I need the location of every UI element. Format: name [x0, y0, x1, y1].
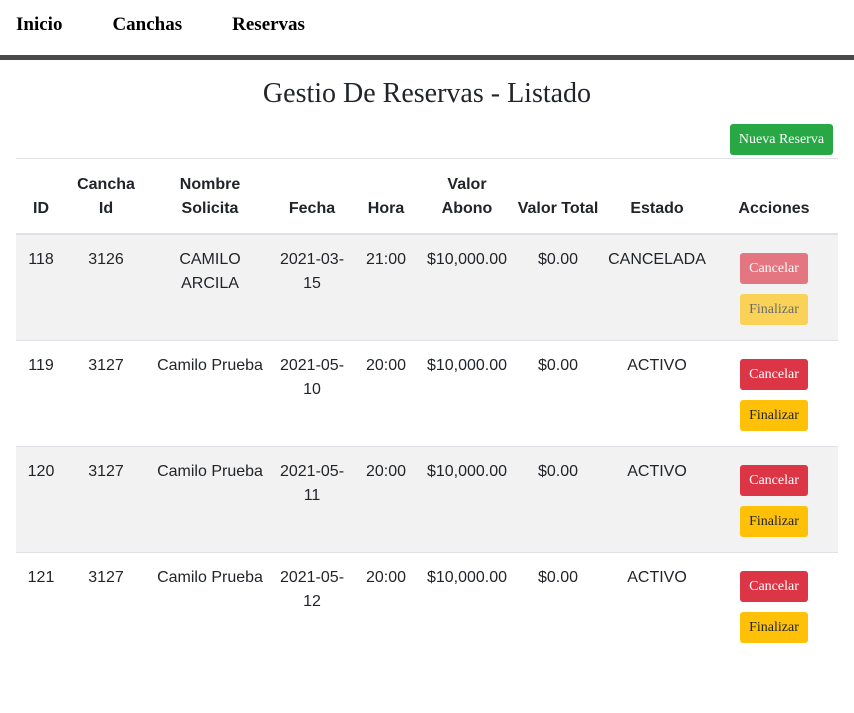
- finish-button[interactable]: Finalizar: [740, 294, 808, 325]
- header-nombre-solicita: Nombre Solicita: [146, 158, 274, 235]
- table-header-row: ID Cancha Id Nombre Solicita Fecha Hora …: [16, 158, 838, 235]
- cell-valor-total: $0.00: [512, 446, 604, 553]
- nav-link-inicio[interactable]: Inicio: [16, 14, 62, 36]
- cell-cancha-id: 3127: [66, 446, 146, 553]
- cancel-button[interactable]: Cancelar: [740, 253, 808, 284]
- cell-hora: 21:00: [350, 233, 422, 341]
- cell-hora: 20:00: [350, 340, 422, 447]
- cell-valor-abono: $10,000.00: [422, 446, 512, 553]
- header-hora: Hora: [350, 158, 422, 235]
- cell-id: 121: [16, 552, 66, 658]
- cell-hora: 20:00: [350, 446, 422, 553]
- top-nav: Inicio Canchas Reservas: [0, 0, 854, 60]
- table-row: 120 3127 Camilo Prueba 2021-05-11 20:00 …: [16, 446, 838, 553]
- cell-hora: 20:00: [350, 552, 422, 658]
- cell-cancha-id: 3127: [66, 340, 146, 447]
- cell-id: 118: [16, 233, 66, 341]
- cell-valor-abono: $10,000.00: [422, 552, 512, 658]
- cell-valor-total: $0.00: [512, 340, 604, 447]
- header-valor-abono: Valor Abono: [422, 158, 512, 235]
- cell-fecha: 2021-05-12: [274, 552, 350, 658]
- cell-nombre: Camilo Prueba: [146, 552, 274, 658]
- cell-acciones: Cancelar Finalizar: [710, 233, 838, 341]
- cell-fecha: 2021-03-15: [274, 233, 350, 341]
- cell-valor-total: $0.00: [512, 552, 604, 658]
- cell-nombre: CAMILO ARCILA: [146, 233, 274, 341]
- header-estado: Estado: [604, 158, 710, 235]
- header-valor-total: Valor Total: [512, 158, 604, 235]
- header-acciones: Acciones: [710, 158, 838, 235]
- cell-acciones: Cancelar Finalizar: [710, 552, 838, 658]
- nav-link-reservas[interactable]: Reservas: [232, 14, 305, 36]
- cell-cancha-id: 3126: [66, 233, 146, 341]
- cell-estado: ACTIVO: [604, 446, 710, 553]
- cell-fecha: 2021-05-11: [274, 446, 350, 553]
- finish-button[interactable]: Finalizar: [740, 400, 808, 431]
- new-reservation-button[interactable]: Nueva Reserva: [730, 124, 833, 155]
- cancel-button[interactable]: Cancelar: [740, 465, 808, 496]
- header-cancha-id: Cancha Id: [66, 158, 146, 235]
- finish-button[interactable]: Finalizar: [740, 506, 808, 537]
- cell-cancha-id: 3127: [66, 552, 146, 658]
- header-fecha: Fecha: [274, 158, 350, 235]
- cell-id: 119: [16, 340, 66, 447]
- header-id: ID: [16, 158, 66, 235]
- cell-valor-abono: $10,000.00: [422, 340, 512, 447]
- cell-estado: ACTIVO: [604, 552, 710, 658]
- cell-valor-total: $0.00: [512, 233, 604, 341]
- cell-valor-abono: $10,000.00: [422, 233, 512, 341]
- cell-acciones: Cancelar Finalizar: [710, 340, 838, 447]
- cell-fecha: 2021-05-10: [274, 340, 350, 447]
- toolbar: Nueva Reserva: [0, 120, 854, 160]
- finish-button[interactable]: Finalizar: [740, 612, 808, 643]
- cancel-button[interactable]: Cancelar: [740, 359, 808, 390]
- table-row: 121 3127 Camilo Prueba 2021-05-12 20:00 …: [16, 552, 838, 658]
- cell-nombre: Camilo Prueba: [146, 446, 274, 553]
- cancel-button[interactable]: Cancelar: [740, 571, 808, 602]
- reservations-table: ID Cancha Id Nombre Solicita Fecha Hora …: [16, 158, 838, 658]
- cell-estado: ACTIVO: [604, 340, 710, 447]
- cell-acciones: Cancelar Finalizar: [710, 446, 838, 553]
- cell-id: 120: [16, 446, 66, 553]
- table-row: 119 3127 Camilo Prueba 2021-05-10 20:00 …: [16, 340, 838, 447]
- table-row: 118 3126 CAMILO ARCILA 2021-03-15 21:00 …: [16, 233, 838, 341]
- cell-nombre: Camilo Prueba: [146, 340, 274, 447]
- nav-link-canchas[interactable]: Canchas: [112, 14, 182, 36]
- page-title: Gestio De Reservas - Listado: [262, 78, 592, 109]
- cell-estado: CANCELADA: [604, 233, 710, 341]
